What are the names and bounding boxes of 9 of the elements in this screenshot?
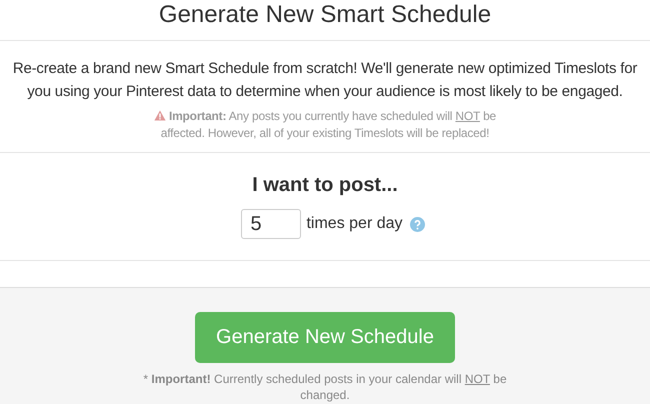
- help-icon[interactable]: [410, 216, 425, 232]
- footnote-text: * Important! Currently scheduled posts in your calendar will NOT be changed.: [142, 371, 508, 403]
- posts-per-day-field[interactable]: 5: [241, 209, 302, 239]
- description-text: Re-create a brand new Smart Schedule from scratch! We'll generate new optimized Timeslots for you using your Pinterest data to determine when your audience is most likely to be engaged.: [12, 59, 638, 102]
- page-title: Generate New Smart Schedule: [158, 1, 492, 29]
- warning-text: Important: Any posts you currently have scheduled will NOT be affected. However, all of your existing Timeslots will be replaced!: [160, 109, 496, 140]
- warning-icon: [154, 110, 166, 121]
- form-heading: I want to post...: [252, 174, 398, 197]
- unit-label: times per day: [306, 215, 403, 233]
